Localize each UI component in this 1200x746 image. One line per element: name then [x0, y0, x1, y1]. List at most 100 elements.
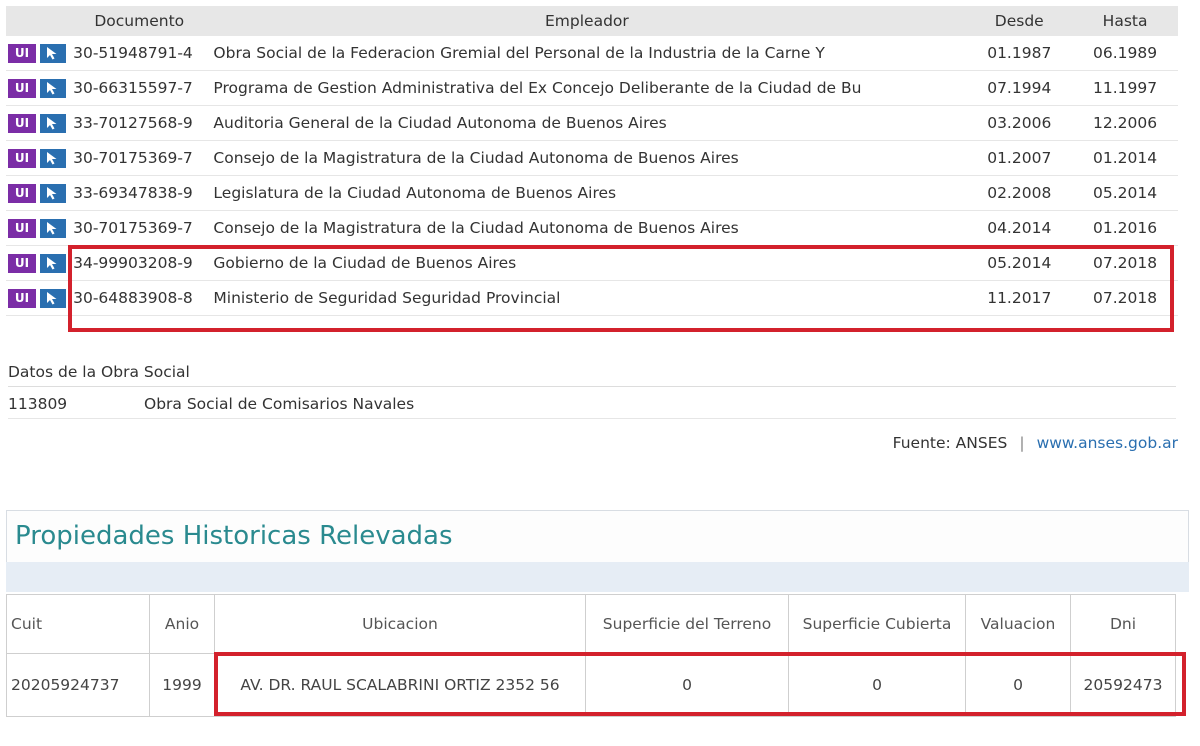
- ui-badge-icon[interactable]: UI: [8, 288, 36, 308]
- employment-header-row: Documento Empleador Desde Hasta: [6, 6, 1178, 36]
- cell-empleador: Legislatura de la Ciudad Autonoma de Bue…: [207, 175, 967, 211]
- table-row: UI 30-51948791-4 Obra Social de la Federac…: [6, 36, 1178, 71]
- table-row: 20205924737 1999 AV. DR. RAUL SCALABRINI…: [6, 653, 1176, 717]
- cell-hasta: 07.2018: [1072, 245, 1178, 281]
- propiedades-title: Propiedades Historicas Relevadas: [15, 521, 453, 551]
- header-valuacion: Valuacion: [965, 594, 1071, 654]
- obra-social-row: 113809 Obra Social de Comisarios Navales: [8, 390, 1176, 419]
- cursor-arrow-icon[interactable]: [40, 183, 66, 203]
- cell-documento: 30-51948791-4: [71, 36, 208, 71]
- header-empleador: Empleador: [207, 6, 967, 36]
- cell-empleador: Consejo de la Magistratura de la Ciudad …: [207, 140, 967, 176]
- table-row: UI 30-64883908-8 Ministerio de Seguridad S…: [6, 280, 1178, 316]
- ui-badge-icon[interactable]: UI: [8, 183, 36, 203]
- propiedades-panel: Propiedades Historicas Relevadas: [6, 510, 1189, 562]
- table-row: UI 34-99903208-9 Gobierno de la Ciudad de …: [6, 245, 1178, 281]
- cell-superficie-cubierta: 0: [788, 653, 966, 717]
- cell-hasta: 06.1989: [1072, 36, 1178, 71]
- cell-desde: 01.1987: [966, 36, 1073, 71]
- cell-desde: 05.2014: [966, 245, 1073, 281]
- header-cuit: Cuit: [6, 594, 150, 654]
- cell-empleador: Ministerio de Seguridad Seguridad Provin…: [207, 280, 967, 316]
- row-actions: UI: [6, 105, 72, 141]
- obra-social-name: Obra Social de Comisarios Navales: [144, 395, 415, 413]
- cell-dni: 20592473: [1070, 653, 1176, 717]
- cell-ubicacion: AV. DR. RAUL SCALABRINI ORTIZ 2352 56: [214, 653, 586, 717]
- propiedades-header-row: Cuit Anio Ubicacion Superficie del Terre…: [6, 594, 1176, 654]
- anses-link[interactable]: www.anses.gob.ar: [1037, 434, 1178, 452]
- obra-social-title: Datos de la Obra Social: [8, 358, 1176, 387]
- cell-desde: 11.2017: [966, 280, 1073, 316]
- table-row: UI 30-66315597-7 Programa de Gestion Admin…: [6, 70, 1178, 106]
- ui-badge-icon[interactable]: UI: [8, 43, 36, 63]
- header-superficie-terreno: Superficie del Terreno: [585, 594, 789, 654]
- row-actions: UI: [6, 210, 72, 246]
- ui-badge-icon[interactable]: UI: [8, 218, 36, 238]
- cell-hasta: 07.2018: [1072, 280, 1178, 316]
- cell-empleador: Auditoria General de la Ciudad Autonoma …: [207, 105, 967, 141]
- row-actions: UI: [6, 245, 72, 281]
- cell-hasta: 11.1997: [1072, 70, 1178, 106]
- header-spacer: [6, 6, 72, 36]
- table-row: UI 33-69347838-9 Legislatura de la Ciudad …: [6, 175, 1178, 211]
- cell-empleador: Gobierno de la Ciudad de Buenos Aires: [207, 245, 967, 281]
- cursor-arrow-icon[interactable]: [40, 253, 66, 273]
- table-row: UI 30-70175369-7 Consejo de la Magistratur…: [6, 210, 1178, 246]
- cursor-arrow-icon[interactable]: [40, 218, 66, 238]
- header-ubicacion: Ubicacion: [214, 594, 586, 654]
- ui-badge-icon[interactable]: UI: [8, 78, 36, 98]
- header-dni: Dni: [1070, 594, 1176, 654]
- ui-badge-icon[interactable]: UI: [8, 253, 36, 273]
- employment-table: Documento Empleador Desde Hasta UI 30-519…: [6, 6, 1178, 316]
- cell-empleador: Consejo de la Magistratura de la Ciudad …: [207, 210, 967, 246]
- cell-valuacion: 0: [965, 653, 1071, 717]
- header-superficie-cubierta: Superficie Cubierta: [788, 594, 966, 654]
- employment-rows: UI 30-51948791-4 Obra Social de la Federac…: [6, 36, 1178, 316]
- cell-hasta: 12.2006: [1072, 105, 1178, 141]
- row-actions: UI: [6, 36, 72, 71]
- row-actions: UI: [6, 70, 72, 106]
- cell-documento: 30-66315597-7: [71, 70, 208, 106]
- cell-documento: 33-70127568-9: [71, 105, 208, 141]
- source-label: Fuente: ANSES: [892, 434, 1008, 452]
- cell-documento: 33-69347838-9: [71, 175, 208, 211]
- cell-anio: 1999: [149, 653, 215, 717]
- page: Documento Empleador Desde Hasta UI 30-519…: [0, 0, 1200, 746]
- propiedades-table: Cuit Anio Ubicacion Superficie del Terre…: [6, 594, 1176, 717]
- cursor-arrow-icon[interactable]: [40, 43, 66, 63]
- cell-desde: 03.2006: [966, 105, 1073, 141]
- obra-social-code: 113809: [8, 395, 68, 413]
- table-row: UI 30-70175369-7 Consejo de la Magistratur…: [6, 140, 1178, 176]
- cursor-arrow-icon[interactable]: [40, 113, 66, 133]
- row-actions: UI: [6, 140, 72, 176]
- cursor-arrow-icon[interactable]: [40, 288, 66, 308]
- cell-documento: 30-70175369-7: [71, 210, 208, 246]
- cell-documento: 30-64883908-8: [71, 280, 208, 316]
- cell-desde: 04.2014: [966, 210, 1073, 246]
- cell-documento: 30-70175369-7: [71, 140, 208, 176]
- source-line: Fuente: ANSES | www.anses.gob.ar: [893, 434, 1178, 452]
- table-row: UI 33-70127568-9 Auditoria General de la C…: [6, 105, 1178, 141]
- header-desde: Desde: [966, 6, 1073, 36]
- source-separator: |: [1019, 434, 1025, 452]
- cell-hasta: 01.2014: [1072, 140, 1178, 176]
- header-hasta: Hasta: [1072, 6, 1178, 36]
- cell-desde: 02.2008: [966, 175, 1073, 211]
- cell-desde: 07.1994: [966, 70, 1073, 106]
- row-actions: UI: [6, 280, 72, 316]
- cell-documento: 34-99903208-9: [71, 245, 208, 281]
- header-documento: Documento: [71, 6, 208, 36]
- header-anio: Anio: [149, 594, 215, 654]
- cell-empleador: Programa de Gestion Administrativa del E…: [207, 70, 967, 106]
- cell-hasta: 01.2016: [1072, 210, 1178, 246]
- cell-desde: 01.2007: [966, 140, 1073, 176]
- propiedades-band: [6, 562, 1189, 592]
- cursor-arrow-icon[interactable]: [40, 78, 66, 98]
- ui-badge-icon[interactable]: UI: [8, 148, 36, 168]
- cell-hasta: 05.2014: [1072, 175, 1178, 211]
- row-actions: UI: [6, 175, 72, 211]
- cursor-arrow-icon[interactable]: [40, 148, 66, 168]
- ui-badge-icon[interactable]: UI: [8, 113, 36, 133]
- cell-cuit: 20205924737: [6, 653, 150, 717]
- cell-superficie-terreno: 0: [585, 653, 789, 717]
